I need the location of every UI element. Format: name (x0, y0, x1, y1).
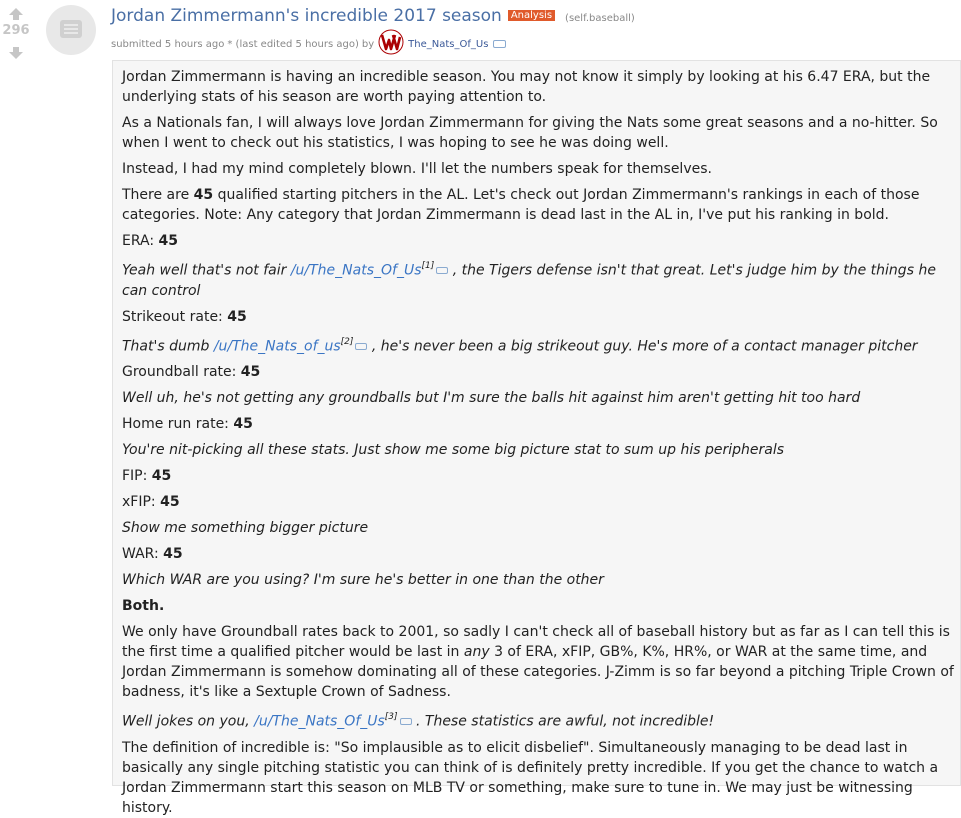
user-tag-icon[interactable] (355, 342, 368, 350)
footnote-ref[interactable]: [3] (385, 712, 398, 722)
text: There are (122, 187, 194, 203)
quote-3: Well uh, he's not getting any groundball… (122, 390, 861, 407)
stat-rank: 45 (160, 494, 180, 511)
text: That's dumb (122, 338, 214, 355)
text: , he's never been a big strikeout guy. H… (367, 338, 918, 355)
paragraph-nationals-fan: As a Nationals fan, I will always love J… (122, 115, 938, 151)
paragraph-definition: The definition of incredible is: "So imp… (122, 739, 939, 816)
paragraph-groundball-history: We only have Groundball rates back to 20… (122, 622, 960, 702)
stat-label: Strikeout rate: (122, 308, 228, 325)
stat-rank: 45 (233, 416, 253, 433)
stat-rank: 45 (151, 468, 172, 485)
bold-text: Both. (122, 598, 165, 615)
stat-rank: 45 (163, 546, 183, 563)
stat-fip: FIP: 45 (122, 466, 960, 486)
text: Yeah well that's not fair (122, 262, 291, 279)
stat-home-run: Home run rate: 45 (122, 414, 960, 434)
user-mention-link[interactable]: /u/The_Nats_Of_Us (254, 714, 385, 730)
bold-count: 45 (193, 187, 214, 203)
post-header: Jordan Zimmermann's incredible 2017 seas… (111, 6, 961, 57)
stat-label: Home run rate: (122, 416, 234, 433)
post-title[interactable]: Jordan Zimmermann's incredible 2017 seas… (111, 6, 502, 26)
text-post-icon (60, 20, 82, 38)
footnote-ref[interactable]: [2] (341, 337, 354, 347)
stat-rank: 45 (240, 364, 261, 381)
paragraph-qualified-pitchers: There are 45 qualified starting pitchers… (122, 185, 960, 225)
quote-4: You're nit-picking all these stats. Just… (122, 442, 785, 459)
italic-any: any (463, 644, 490, 661)
user-tag-icon[interactable] (399, 718, 412, 726)
quote-1: Yeah well that's not fair /u/The_Nats_Of… (122, 257, 960, 301)
stat-era: ERA: 45 (122, 231, 960, 251)
text: Well jokes on you, (122, 713, 255, 730)
text: qualified starting pitchers in the AL. L… (122, 187, 920, 223)
stat-war: WAR: 45 (122, 544, 960, 564)
stat-label: ERA: (122, 233, 159, 249)
user-mention-link[interactable]: /u/The_Nats_of_us (214, 338, 341, 354)
vote-column: 296 (0, 6, 32, 59)
quote-7: Well jokes on you, /u/The_Nats_Of_Us[3] … (122, 708, 960, 732)
stat-rank: 45 (158, 233, 178, 249)
link-flair: Analysis (507, 10, 556, 21)
quote-5: Show me something bigger picture (122, 520, 369, 537)
paragraph-mind-blown: Instead, I had my mind completely blown.… (122, 161, 712, 177)
stat-groundball: Groundball rate: 45 (122, 362, 960, 382)
paragraph-intro: Jordan Zimmermann is having an incredibl… (122, 69, 931, 105)
post-tagline: submitted 5 hours ago * (last edited 5 h… (111, 29, 961, 57)
self-post-thumbnail[interactable] (46, 5, 96, 55)
stat-xfip: xFIP: 45 (122, 492, 960, 512)
user-mention-link[interactable]: /u/The_Nats_Of_Us (291, 263, 422, 279)
quote-6: Which WAR are you using? I'm sure he's b… (122, 572, 604, 589)
downvote-arrow-icon[interactable] (9, 47, 23, 59)
post-score: 296 (2, 23, 30, 38)
author-link[interactable]: The_Nats_Of_Us (408, 39, 488, 50)
nationals-flair-icon (378, 29, 404, 55)
quote-2: That's dumb /u/The_Nats_of_us[2] , he's … (122, 333, 960, 357)
footnote-ref[interactable]: [1] (422, 261, 435, 271)
post-domain[interactable]: (self.baseball) (565, 13, 635, 24)
edited-note: * (last edited 5 hours ago) (227, 38, 359, 50)
user-tag-icon[interactable] (436, 267, 449, 275)
both-answer: Both. (122, 596, 960, 616)
post-body: Jordan Zimmermann is having an incredibl… (112, 60, 961, 816)
stat-label: WAR: (122, 546, 164, 563)
upvote-arrow-icon[interactable] (9, 8, 23, 20)
user-tag-icon[interactable] (493, 40, 507, 48)
stat-strikeout: Strikeout rate: 45 (122, 307, 960, 327)
by-label: by (361, 38, 375, 50)
submitted-time: submitted 5 hours ago (111, 38, 225, 50)
stat-rank: 45 (227, 308, 247, 325)
text: . These statistics are awful, not incred… (411, 713, 715, 730)
stat-label: FIP: (122, 468, 152, 485)
stat-label: xFIP: (122, 494, 161, 511)
stat-label: Groundball rate: (122, 364, 241, 381)
